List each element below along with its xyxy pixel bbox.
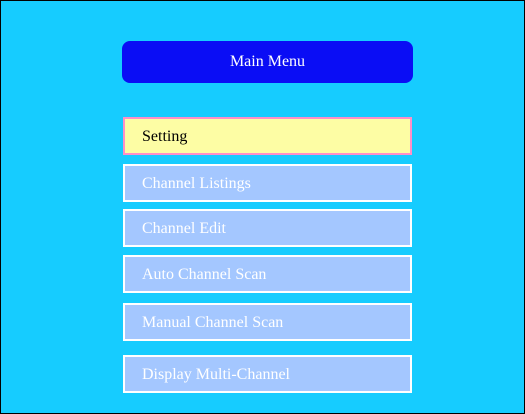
main-menu-title: Main Menu [229,53,306,70]
main-menu-title-bar: Main Menu [122,41,413,83]
menu-item-manual-channel-scan[interactable]: Manual Channel Scan [123,303,412,341]
menu-item-setting[interactable]: Setting [123,117,412,155]
menu-item-auto-channel-scan[interactable]: Auto Channel Scan [123,255,412,293]
menu-item-label: Auto Channel Scan [142,266,267,283]
menu-item-channel-edit[interactable]: Channel Edit [123,209,412,247]
menu-item-channel-listings[interactable]: Channel Listings [123,164,412,202]
menu-item-label: Manual Channel Scan [142,314,284,331]
menu-item-display-multi-channel[interactable]: Display Multi-Channel [123,355,412,393]
menu-item-label: Setting [142,128,188,145]
menu-item-label: Display Multi-Channel [142,366,290,383]
menu-item-label: Channel Listings [142,175,251,192]
tv-menu-screen: Main Menu Setting Channel Listings Chann… [0,0,525,414]
menu-item-label: Channel Edit [142,220,226,237]
